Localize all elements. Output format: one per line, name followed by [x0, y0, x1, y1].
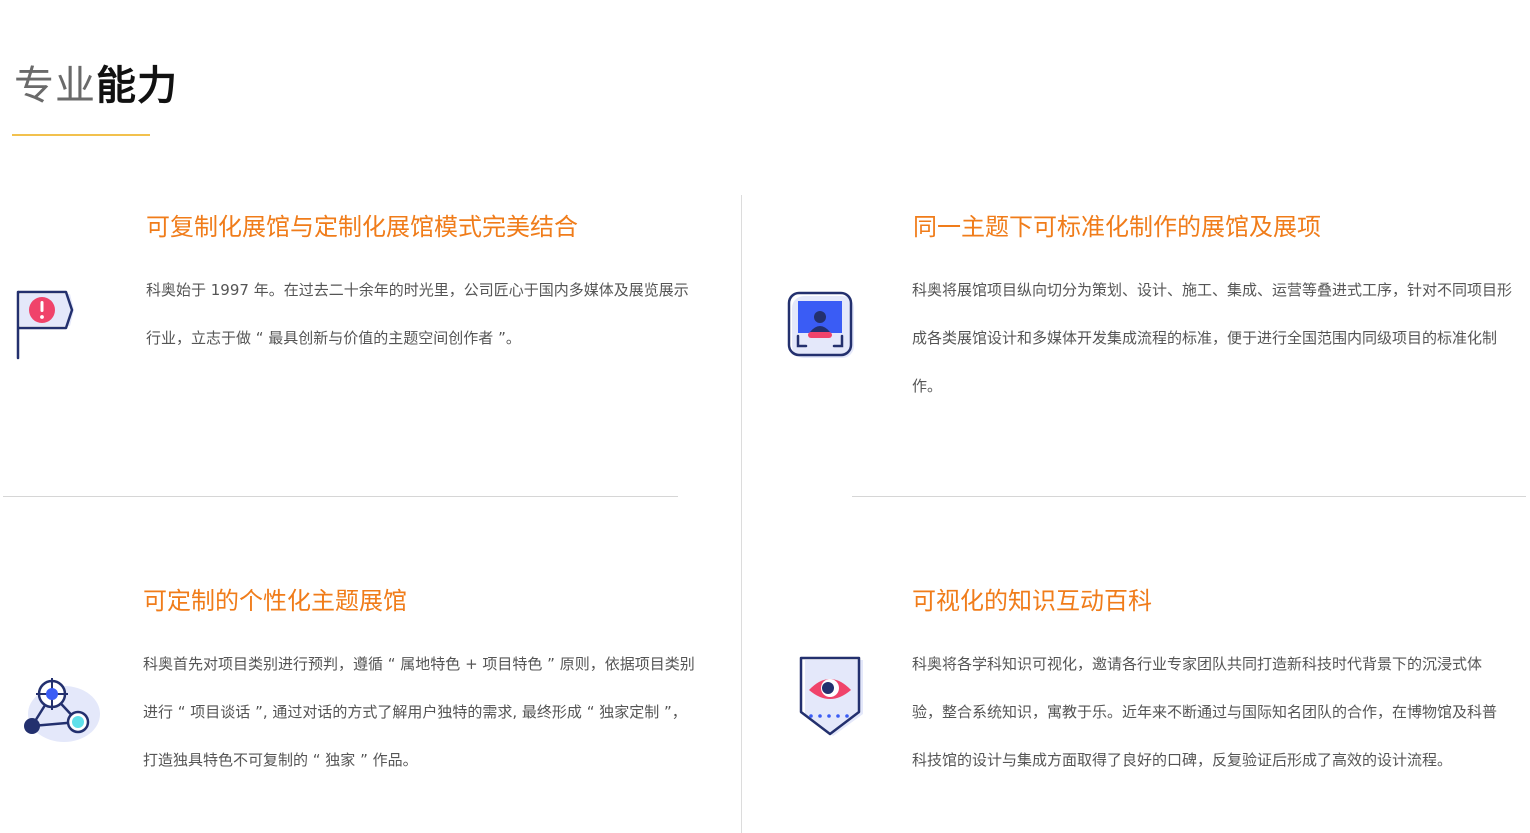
horizontal-divider-right: [852, 496, 1526, 497]
card-2-body: 科奥将展馆项目纵向切分为策划、设计、施工、集成、运营等叠进式工序，针对不同项目形…: [912, 281, 1513, 395]
card-2-title: 同一主题下可标准化制作的展馆及展项: [913, 213, 1321, 241]
card-1-title: 可复制化展馆与定制化展馆模式完美结合: [146, 213, 578, 241]
page-title-light: 专业: [14, 63, 96, 109]
horizontal-divider-left: [3, 496, 678, 497]
card-3-title: 可定制的个性化主题展馆: [143, 587, 407, 615]
page-title-bold: 能力: [96, 63, 178, 109]
flag-alert-icon: [14, 286, 78, 362]
card-4-body: 科奥将各学科知识可视化，邀请各行业专家团队共同打造新科技时代背景下的沉浸式体验，…: [912, 655, 1498, 769]
card-3-body: 科奥首先对项目类别进行预判，遵循 “ 属地特色 + 项目特色 ” 原则，依据项目…: [143, 655, 695, 769]
card-1-body: 科奥始于 1997 年。在过去二十余年的时光里，公司匠心于国内多媒体及展览展示行…: [146, 281, 689, 347]
page-title: 专业能力: [14, 58, 178, 114]
target-connect-icon: [20, 674, 102, 746]
screen-scan-icon: [786, 290, 858, 362]
vertical-divider: [741, 195, 742, 833]
card-4-title: 可视化的知识互动百科: [912, 587, 1152, 615]
title-underline: [12, 134, 150, 136]
eye-shield-icon: [797, 656, 867, 740]
